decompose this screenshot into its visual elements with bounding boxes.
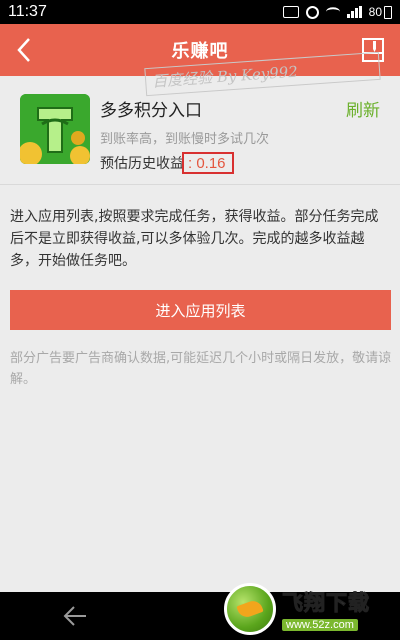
nav-back-icon: [63, 606, 86, 626]
logo-ball-icon: [224, 583, 276, 635]
battery-percent: 80: [368, 5, 382, 19]
app-icon[interactable]: [20, 94, 90, 164]
coin-logo-icon: [20, 94, 90, 164]
page-title: 乐赚吧: [171, 41, 229, 62]
wifi-icon: [325, 7, 340, 17]
alarm-icon: [305, 5, 319, 19]
site-logo: 飞翔下载 www.52z.com: [224, 578, 400, 640]
image-icon: [282, 6, 299, 18]
status-bar: 11:37 80: [0, 0, 400, 24]
signal-icon: [346, 6, 362, 18]
app-description: 到账率高，到账慢时多试几次: [100, 132, 270, 147]
app-name: 多多积分入口: [100, 101, 202, 121]
logo-text: 飞翔下载 www.52z.com: [282, 587, 370, 631]
refresh-link[interactable]: 刷新: [346, 96, 380, 121]
intro-text: 进入应用列表,按照要求完成任务，获得收益。部分任务完成后不是立即获得收益,可以多…: [10, 209, 379, 269]
divider: [0, 184, 400, 185]
status-time: 11:37: [8, 3, 47, 20]
nav-back-button[interactable]: [60, 602, 90, 630]
app-card: 多多积分入口 到账率高，到账慢时多试几次 预估历史收益 : 0.16 刷新: [0, 76, 400, 184]
earnings-label: 预估历史收益: [100, 156, 184, 172]
status-icons: 80: [282, 5, 392, 19]
logo-name: 飞翔下载: [282, 591, 370, 616]
notice-text: 部分广告要广告商确认数据,可能延迟几个小时或隔日发放，敬请谅解。: [10, 351, 392, 387]
battery-icon: [384, 5, 392, 19]
back-button[interactable]: [10, 36, 38, 64]
enter-app-list-button[interactable]: 进入应用列表: [10, 290, 391, 330]
back-arrow-icon: [17, 38, 30, 62]
logo-url: www.52z.com: [282, 619, 358, 631]
battery-indicator: 80: [369, 5, 392, 19]
earnings-value: : 0.16: [182, 152, 234, 174]
earnings-row: 预估历史收益 : 0.16: [100, 152, 234, 174]
